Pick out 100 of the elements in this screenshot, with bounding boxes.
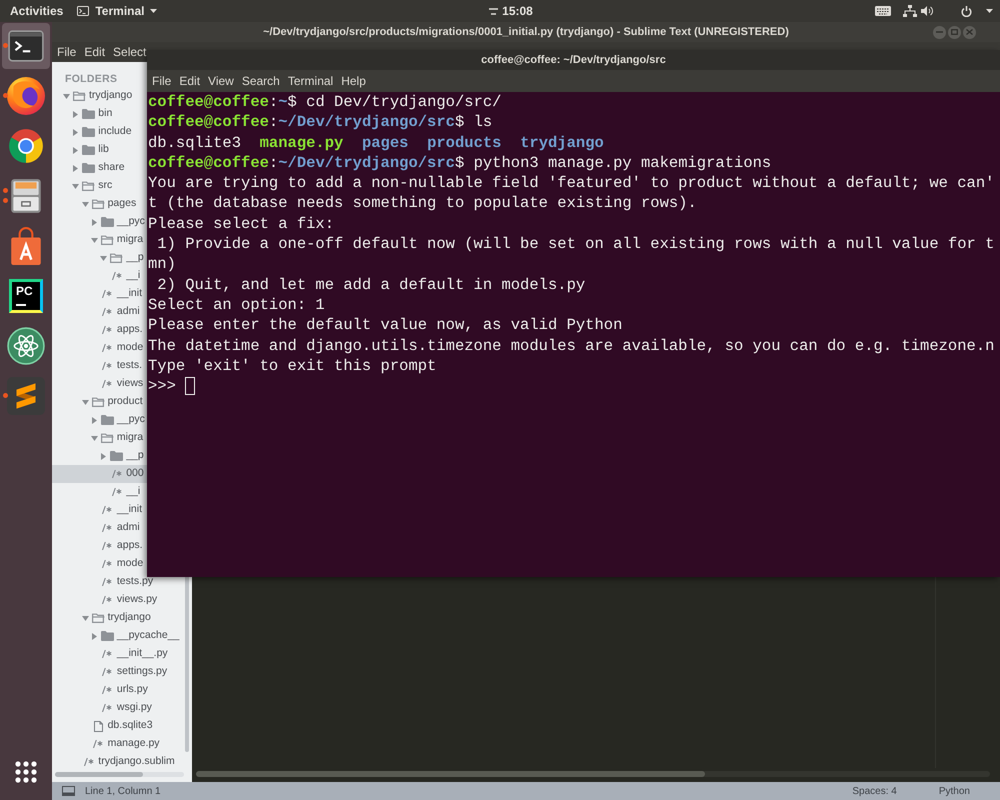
tree-item[interactable]: __pycache__ <box>52 627 182 645</box>
indentation-selector[interactable]: Spaces: 4 <box>852 784 897 798</box>
tree-item[interactable]: 000 <box>52 465 147 483</box>
tree-item[interactable]: src <box>52 177 116 195</box>
tree-item[interactable]: __i <box>52 483 144 501</box>
panel-icon[interactable] <box>62 786 75 796</box>
zigzag-logo-icon <box>7 377 45 415</box>
syntax-selector[interactable]: Python <box>938 784 970 798</box>
folder-icon <box>110 451 124 461</box>
folder-icon <box>82 145 96 155</box>
code-file-icon <box>102 344 112 352</box>
code-file-icon <box>93 740 104 748</box>
folder-icon <box>100 631 114 641</box>
volume-icon <box>921 6 933 16</box>
tree-item[interactable]: manage.py <box>52 735 163 753</box>
tree-item[interactable]: __init <box>52 501 145 519</box>
tree-item[interactable]: apps. <box>52 537 146 555</box>
maximize-icon <box>951 29 958 35</box>
dock-item[interactable]: PC <box>2 273 50 319</box>
tree-item[interactable]: tests. <box>52 357 145 375</box>
activities-button[interactable]: Activities <box>10 1 64 21</box>
folder-icon <box>82 127 96 137</box>
code-file-icon <box>112 488 122 496</box>
tree-item[interactable]: apps. <box>52 321 146 339</box>
tree-item[interactable]: __i <box>52 267 144 285</box>
folder-icon <box>100 415 114 425</box>
tree-item[interactable]: trydjango <box>52 609 154 627</box>
tree-item[interactable]: trydjango <box>52 87 136 105</box>
app-menu-button[interactable]: Terminal <box>77 1 158 21</box>
menu-item[interactable]: Search <box>238 71 284 91</box>
tree-item[interactable]: pages <box>52 195 140 213</box>
open-folder-icon <box>100 235 114 245</box>
tree-item[interactable]: settings.py <box>52 663 170 681</box>
tree-item[interactable]: bin <box>52 105 116 123</box>
menu-item[interactable]: Edit <box>80 42 110 62</box>
keyboard-icon[interactable] <box>875 6 891 16</box>
segmented-ring-icon <box>7 127 45 165</box>
tree-item[interactable]: __p <box>52 249 147 267</box>
open-folder-icon <box>73 91 86 101</box>
tree-item[interactable]: migra <box>52 231 146 249</box>
caret-icon <box>986 9 993 13</box>
tree-item[interactable]: __pyc <box>52 411 148 429</box>
code-file-icon <box>84 758 94 766</box>
open-folder-icon <box>100 433 114 443</box>
code-file-icon <box>102 362 112 370</box>
terminal-line: You are trying to add a non-nullable field 'featured' to product without a default; we can' <box>148 173 994 194</box>
scrollbar-thumb[interactable] <box>55 772 143 777</box>
tree-item[interactable]: __init <box>52 285 145 303</box>
terminal-line: Select an option: 1 <box>148 294 325 316</box>
terminal-line: Please enter the default value now, as valid Python <box>148 315 622 336</box>
menu-item[interactable]: Help <box>337 71 370 91</box>
terminal-line: mn) <box>148 254 176 275</box>
tree-item[interactable]: lib <box>52 141 112 159</box>
tree-item[interactable]: include <box>52 123 135 141</box>
close-icon <box>966 29 973 35</box>
clock-button[interactable]: 15:08 <box>489 1 533 21</box>
code-file-icon <box>102 290 112 298</box>
tree-item[interactable]: trydjango.sublim <box>52 753 178 771</box>
notification-icon <box>489 8 498 14</box>
tree-item[interactable]: views <box>52 375 146 393</box>
code-file-icon <box>102 578 112 586</box>
tree-item[interactable]: product <box>52 393 146 411</box>
tree-item[interactable]: views.py <box>52 591 160 609</box>
tree-item[interactable]: db.sqlite3 <box>52 717 156 735</box>
tree-item[interactable]: admi <box>52 303 143 321</box>
sidebar-header: FOLDERS <box>64 72 118 87</box>
tree-item[interactable]: tests.py <box>52 573 156 591</box>
tree-item[interactable]: mode <box>52 555 146 573</box>
menu-item[interactable]: File <box>148 71 176 91</box>
open-folder-icon <box>82 181 96 191</box>
terminal-line: t (the database needs something to populate existing rows). <box>148 193 697 214</box>
tree-item[interactable]: __p <box>52 447 147 465</box>
tree-item[interactable]: __pyc <box>52 213 148 231</box>
menu-item[interactable]: Select <box>109 42 150 62</box>
tree-item[interactable]: wsgi.py <box>52 699 155 717</box>
code-file-icon <box>102 542 112 550</box>
tree-item[interactable]: __init__.py <box>52 645 171 663</box>
menu-item[interactable]: File <box>53 42 80 62</box>
app-grid-icon <box>15 761 37 783</box>
code-file-icon <box>112 470 122 478</box>
tree-item[interactable]: mode <box>52 339 146 357</box>
dock-item[interactable] <box>2 23 50 69</box>
scrollbar-thumb[interactable] <box>196 771 705 777</box>
terminal-line: db.sqlite3 manage.py pages products trydjango <box>148 132 604 153</box>
code-file-icon <box>102 380 112 388</box>
menu-item[interactable]: Edit <box>175 71 204 91</box>
tree-item[interactable]: admi <box>52 519 143 537</box>
tree-item[interactable]: urls.py <box>52 681 151 699</box>
menu-item[interactable]: View <box>204 71 238 91</box>
terminal-line: >>> <box>148 376 177 396</box>
network-icon <box>903 5 917 17</box>
file-icon <box>94 720 103 732</box>
tree-item[interactable]: share <box>52 159 128 177</box>
tree-item[interactable]: migra <box>52 429 146 447</box>
terminal-line: Type 'exit' to exit this prompt <box>148 356 436 376</box>
folder-icon <box>82 163 96 173</box>
code-file-icon <box>102 506 112 514</box>
terminal-line: 2) Quit, and let me add a default in models.py <box>156 274 586 295</box>
code-file-icon <box>102 560 112 568</box>
menu-item[interactable]: Terminal <box>284 71 338 91</box>
